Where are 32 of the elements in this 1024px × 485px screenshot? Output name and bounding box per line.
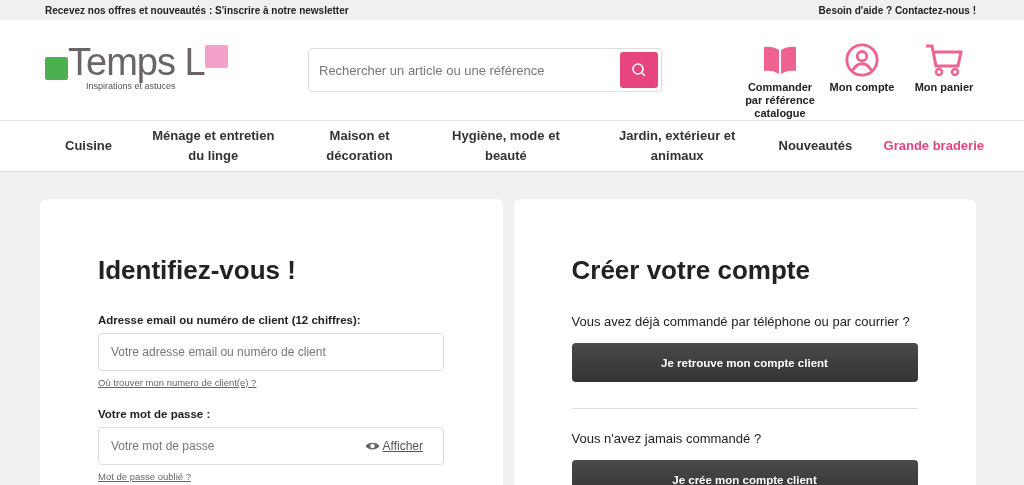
header-link[interactable]: Mon compte xyxy=(829,80,895,94)
nav-item[interactable]: Hygiène, mode et beauté xyxy=(435,126,576,166)
create-account-button[interactable]: Je crée mon compte client xyxy=(571,460,918,485)
email-label: Adresse email ou numéro de client (12 chiffres): xyxy=(98,314,361,326)
question-text: Vous avez déjà commandé par téléphone ou par courrier ? xyxy=(571,314,910,329)
header-link[interactable]: Mon panier xyxy=(914,80,974,94)
password-label: Votre mot de passe : xyxy=(98,408,211,420)
show-password-link[interactable]: Afficher xyxy=(364,439,423,453)
nav-item[interactable]: Maison et décoration xyxy=(314,126,405,166)
client-number-link[interactable]: Où trouver mon numero de client(e) ? xyxy=(98,377,257,388)
contact-link[interactable]: Besoin d'aide ? Contactez-nous ! xyxy=(818,4,976,16)
forgot-password-link[interactable]: Mot de passe oublié ? xyxy=(98,471,191,482)
search-bar[interactable]: Rechercher un article ou une référence xyxy=(308,48,662,92)
login-title: Identifiez-vous ! xyxy=(98,255,296,286)
cart-icon[interactable] xyxy=(925,42,963,77)
eye-icon xyxy=(364,441,380,451)
nav-item[interactable]: Cuisine xyxy=(65,136,112,156)
nav-item[interactable]: Jardin, extérieur et animaux xyxy=(607,126,748,166)
register-title: Créer votre compte xyxy=(571,255,810,286)
email-field[interactable]: Votre adresse email ou numéro de client xyxy=(98,333,444,371)
nav-item[interactable]: Nouveautés xyxy=(778,136,853,156)
account-icon[interactable] xyxy=(844,42,880,77)
newsletter-link[interactable]: Recevez nos offres et nouveautés : S'inscrire à notre newsletter xyxy=(45,4,349,16)
nav-item[interactable]: Ménage et entretien du linge xyxy=(143,126,284,166)
nav-item[interactable]: Grande braderie xyxy=(883,136,984,156)
header-link[interactable]: Commander par référence catalogue xyxy=(745,80,815,120)
search-button[interactable] xyxy=(620,52,658,88)
password-field[interactable]: Votre mot de passe Afficher xyxy=(98,427,444,465)
logo[interactable]: Temps L Inspirations et astuces xyxy=(45,43,308,91)
search-icon xyxy=(631,62,647,78)
question-text: Vous n'avez jamais commandé ? xyxy=(571,431,762,446)
find-account-button[interactable]: Je retrouve mon compte client xyxy=(571,343,918,382)
